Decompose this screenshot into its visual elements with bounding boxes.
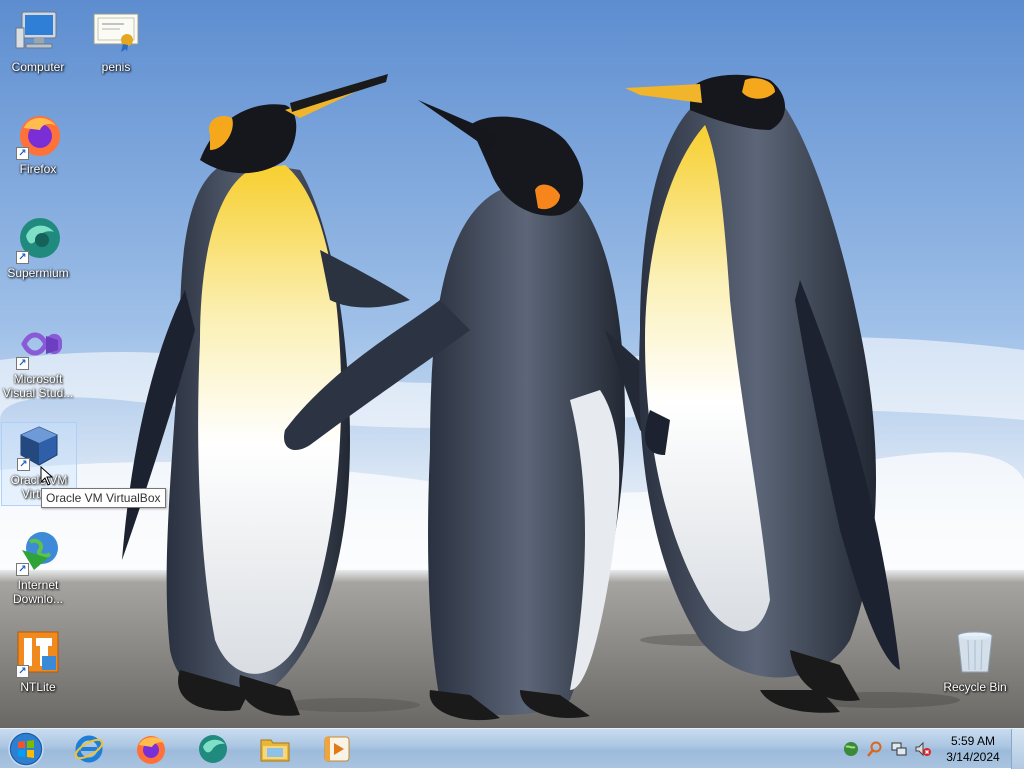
media-player-icon (324, 736, 350, 762)
supermium-icon: ↗ (14, 216, 62, 264)
shortcut-arrow-icon: ↗ (16, 665, 29, 678)
windows-logo-icon (8, 731, 44, 767)
system-clock[interactable]: 5:59 AM 3/14/2024 (940, 733, 1006, 765)
desktop-icon-recycle-bin[interactable]: Recycle Bin (937, 630, 1013, 694)
tooltip: Oracle VM VirtualBox (41, 488, 166, 508)
start-button[interactable] (6, 730, 46, 768)
show-desktop-button[interactable] (1011, 729, 1024, 769)
taskbar-file-explorer[interactable] (248, 731, 302, 767)
recycle-bin-icon (951, 630, 999, 678)
volume-muted-icon[interactable] (915, 741, 931, 757)
mouse-cursor-icon (40, 466, 54, 486)
desktop-icon-internet-download-manager[interactable]: ↗ Internet Downlo... (0, 528, 76, 606)
globe-download-icon: ↗ (14, 528, 62, 576)
desktop-icon-ntlite[interactable]: ↗ NTLite (0, 630, 76, 694)
shortcut-arrow-icon: ↗ (16, 147, 29, 160)
certificate-icon (92, 10, 140, 58)
internet-explorer-icon (74, 735, 104, 763)
network-globe-icon[interactable] (843, 741, 859, 757)
shortcut-arrow-icon: ↗ (17, 458, 30, 471)
desktop-icon-label: Firefox (19, 162, 57, 176)
taskbar-internet-explorer[interactable] (62, 731, 116, 767)
ntlite-icon: ↗ (14, 630, 62, 678)
desktop-icon-label: Microsoft Visual Stud... (2, 372, 74, 400)
desktop-icon-label: Supermium (7, 266, 69, 280)
desktop-icon-computer[interactable]: Computer (0, 10, 76, 74)
desktop-icon-label: NTLite (20, 680, 56, 694)
computer-icon (14, 10, 62, 58)
firefox-icon: ↗ (14, 112, 62, 160)
taskbar: 5:59 AM 3/14/2024 (0, 728, 1024, 769)
file-explorer-icon (260, 739, 290, 762)
desktop-icon-label: Recycle Bin (943, 680, 1007, 694)
desktop-icon-visual-studio[interactable]: ↗ Microsoft Visual Stud... (0, 322, 76, 400)
virtualbox-icon: ↗ (15, 423, 63, 471)
firefox-icon (137, 736, 165, 764)
desktop-wallpaper (0, 0, 1024, 728)
taskbar-media-player[interactable] (310, 731, 364, 767)
desktop-icon-label: Computer (11, 60, 65, 74)
clock-date: 3/14/2024 (946, 750, 1000, 764)
shortcut-arrow-icon: ↗ (16, 563, 29, 576)
desktop-icon-label: penis (101, 60, 131, 74)
desktop-icon-certificate-file[interactable]: penis (78, 10, 154, 74)
taskbar-firefox[interactable] (124, 731, 178, 767)
clock-time: 5:59 AM (950, 734, 996, 748)
desktop-icon-supermium[interactable]: ↗ Supermium (0, 216, 76, 280)
desktop-icon-firefox[interactable]: ↗ Firefox (0, 112, 76, 176)
desktop-icon-label: Internet Downlo... (12, 578, 64, 606)
search-icon[interactable] (867, 741, 883, 757)
shortcut-arrow-icon: ↗ (16, 251, 29, 264)
penguins-image (0, 0, 1024, 728)
shortcut-arrow-icon: ↗ (16, 357, 29, 370)
network-status-icon[interactable] (891, 741, 907, 757)
taskbar-supermium[interactable] (186, 731, 240, 767)
visual-studio-icon: ↗ (14, 322, 63, 370)
supermium-icon (199, 735, 227, 763)
